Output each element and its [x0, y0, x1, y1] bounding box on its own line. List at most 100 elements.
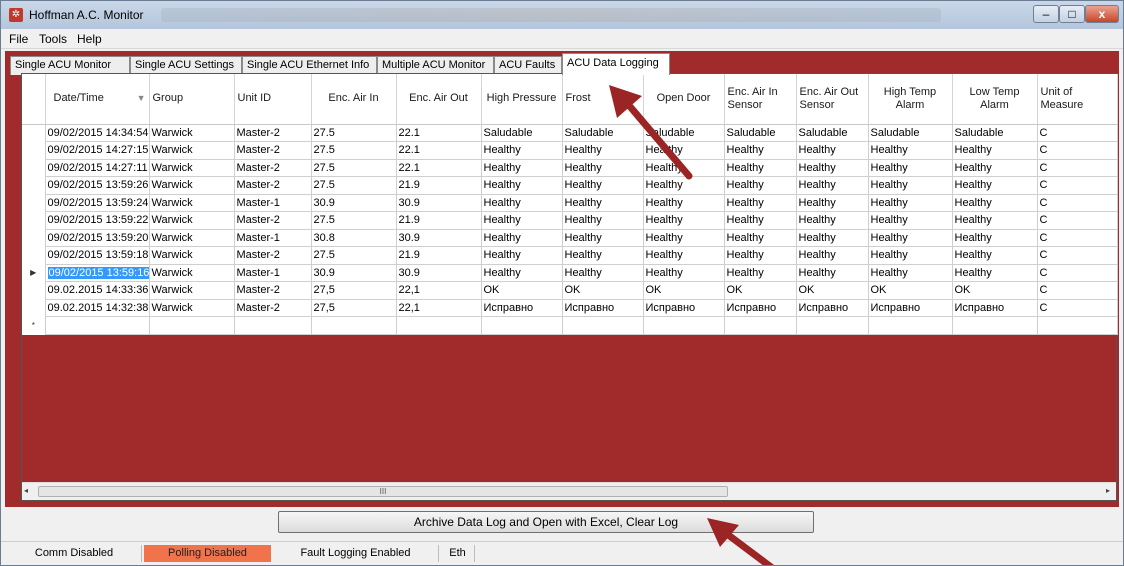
cell-enc-air-out[interactable]: 21.9 — [395, 246, 482, 265]
new-cell-high-pressure[interactable] — [480, 316, 563, 335]
cell-enc-air-in[interactable]: 27,5 — [310, 298, 397, 317]
cell-enc-air-out[interactable]: 21.9 — [395, 176, 482, 195]
table-row[interactable]: 09/02/2015 13:59:24 Warwick Master-1 30.9 30… — [22, 193, 1118, 212]
title-bar[interactable]: ✲ Hoffman A.C. Monitor – □ x — [1, 1, 1123, 29]
cell-enc-air-in-sensor[interactable]: Healthy — [723, 211, 797, 230]
cell-unit-id[interactable]: Master-2 — [233, 298, 312, 317]
cell-frost[interactable]: Healthy — [561, 246, 644, 265]
cell-unit-id[interactable]: Master-1 — [233, 263, 312, 282]
row-header[interactable] — [22, 159, 46, 177]
column-header-frost[interactable]: Frost — [562, 74, 644, 125]
cell-enc-air-out-sensor[interactable]: Исправно — [795, 298, 869, 317]
column-header-enc-air-out-sensor[interactable]: Enc. Air Out Sensor — [796, 74, 869, 125]
cell-high-temp-alarm[interactable]: Healthy — [867, 193, 953, 212]
row-header[interactable] — [22, 229, 46, 247]
row-header[interactable] — [22, 299, 46, 317]
cell-enc-air-out-sensor[interactable]: Healthy — [795, 211, 869, 230]
cell-unit-id[interactable]: Master-1 — [233, 193, 312, 212]
cell-open-door[interactable]: Исправно — [642, 298, 725, 317]
cell-high-temp-alarm[interactable]: OK — [867, 281, 953, 300]
column-header-high-temp-alarm[interactable]: High Temp Alarm — [868, 74, 953, 125]
cell-group[interactable]: Warwick — [148, 298, 235, 317]
table-row[interactable]: 09/02/2015 13:59:18 Warwick Master-2 27.5 21… — [22, 246, 1118, 265]
cell-high-pressure[interactable]: Healthy — [480, 193, 563, 212]
cell-unit-of-measure[interactable]: C — [1036, 281, 1118, 300]
cell-enc-air-out-sensor[interactable]: Healthy — [795, 176, 869, 195]
cell-open-door[interactable]: Healthy — [642, 246, 725, 265]
new-cell-date-time[interactable] — [44, 316, 150, 335]
cell-unit-of-measure[interactable]: C — [1036, 123, 1118, 142]
new-cell-group[interactable] — [148, 316, 235, 335]
row-header[interactable] — [22, 246, 46, 264]
new-cell-enc-air-out-sensor[interactable] — [795, 316, 869, 335]
cell-low-temp-alarm[interactable]: Healthy — [951, 228, 1038, 247]
new-cell-unit-of-measure[interactable] — [1036, 316, 1118, 335]
cell-date-time[interactable]: 09.02.2015 14:33:36 — [44, 281, 150, 300]
new-cell-enc-air-in-sensor[interactable] — [723, 316, 797, 335]
cell-frost[interactable]: Healthy — [561, 193, 644, 212]
cell-enc-air-in[interactable]: 27.5 — [310, 141, 397, 160]
table-row[interactable]: ▶ 09/02/2015 13:59:16 Warwick Master-1 30.9 3… — [22, 263, 1118, 282]
cell-group[interactable]: Warwick — [148, 123, 235, 142]
cell-date-time[interactable]: 09/02/2015 13:59:18 — [44, 246, 150, 265]
row-header[interactable] — [22, 124, 46, 142]
cell-enc-air-in-sensor[interactable]: Healthy — [723, 246, 797, 265]
cell-high-temp-alarm[interactable]: Healthy — [867, 246, 953, 265]
cell-enc-air-in-sensor[interactable]: Saludable — [723, 123, 797, 142]
cell-unit-of-measure[interactable]: C — [1036, 228, 1118, 247]
scroll-left-icon[interactable]: ◂ — [24, 486, 28, 495]
cell-unit-id[interactable]: Master-2 — [233, 176, 312, 195]
cell-enc-air-in[interactable]: 27,5 — [310, 281, 397, 300]
cell-group[interactable]: Warwick — [148, 263, 235, 282]
cell-frost[interactable]: Healthy — [561, 141, 644, 160]
column-header-open-door[interactable]: Open Door — [643, 74, 725, 125]
cell-enc-air-in[interactable]: 27.5 — [310, 211, 397, 230]
cell-high-pressure[interactable]: Saludable — [480, 123, 563, 142]
cell-enc-air-out-sensor[interactable]: Saludable — [795, 123, 869, 142]
cell-frost[interactable]: Healthy — [561, 211, 644, 230]
cell-low-temp-alarm[interactable]: Healthy — [951, 141, 1038, 160]
cell-group[interactable]: Warwick — [148, 281, 235, 300]
table-row[interactable]: 09/02/2015 13:59:22 Warwick Master-2 27.5 21… — [22, 211, 1118, 230]
cell-high-pressure[interactable]: Healthy — [480, 263, 563, 282]
cell-high-temp-alarm[interactable]: Healthy — [867, 158, 953, 177]
cell-enc-air-out-sensor[interactable]: Healthy — [795, 193, 869, 212]
cell-unit-id[interactable]: Master-2 — [233, 246, 312, 265]
cell-low-temp-alarm[interactable]: Healthy — [951, 263, 1038, 282]
new-cell-unit-id[interactable] — [233, 316, 312, 335]
cell-frost[interactable]: Saludable — [561, 123, 644, 142]
cell-enc-air-in-sensor[interactable]: Healthy — [723, 228, 797, 247]
menu-file[interactable]: File — [9, 32, 28, 46]
cell-low-temp-alarm[interactable]: Healthy — [951, 193, 1038, 212]
cell-enc-air-out[interactable]: 21.9 — [395, 211, 482, 230]
column-header-unit-id[interactable]: Unit ID — [234, 74, 312, 125]
cell-low-temp-alarm[interactable]: Healthy — [951, 211, 1038, 230]
cell-enc-air-in[interactable]: 30.8 — [310, 228, 397, 247]
cell-enc-air-in-sensor[interactable]: Healthy — [723, 176, 797, 195]
cell-open-door[interactable]: Healthy — [642, 263, 725, 282]
cell-unit-id[interactable]: Master-2 — [233, 141, 312, 160]
cell-frost[interactable]: Healthy — [561, 263, 644, 282]
cell-group[interactable]: Warwick — [148, 176, 235, 195]
cell-enc-air-out[interactable]: 30.9 — [395, 193, 482, 212]
cell-low-temp-alarm[interactable]: OK — [951, 281, 1038, 300]
tab-acu-data-logging[interactable]: ACU Data Logging — [562, 53, 670, 75]
data-log-grid[interactable]: Date/Time ▼ Group Unit ID Enc. Air In En… — [21, 73, 1118, 501]
column-header-enc-air-in[interactable]: Enc. Air In — [311, 74, 397, 125]
cell-frost[interactable]: Healthy — [561, 158, 644, 177]
archive-data-log-button[interactable]: Archive Data Log and Open with Excel, Cl… — [278, 511, 814, 533]
cell-unit-of-measure[interactable]: C — [1036, 141, 1118, 160]
scroll-right-icon[interactable]: ▸ — [1106, 486, 1110, 495]
cell-unit-of-measure[interactable]: C — [1036, 193, 1118, 212]
column-header-low-temp-alarm[interactable]: Low Temp Alarm — [952, 74, 1038, 125]
column-header-high-pressure[interactable]: High Pressure — [481, 74, 563, 125]
cell-frost[interactable]: Исправно — [561, 298, 644, 317]
row-header[interactable]: ▶ — [22, 264, 46, 282]
table-row[interactable]: 09/02/2015 14:34:54 Warwick Master-2 27.5 22… — [22, 123, 1118, 142]
column-header-group[interactable]: Group — [149, 74, 235, 125]
column-header-date-time[interactable]: Date/Time ▼ — [45, 74, 150, 125]
cell-enc-air-out-sensor[interactable]: Healthy — [795, 246, 869, 265]
cell-high-pressure[interactable]: Healthy — [480, 158, 563, 177]
cell-open-door[interactable]: Saludable — [642, 123, 725, 142]
cell-date-time[interactable]: 09/02/2015 13:59:22 — [44, 211, 150, 230]
